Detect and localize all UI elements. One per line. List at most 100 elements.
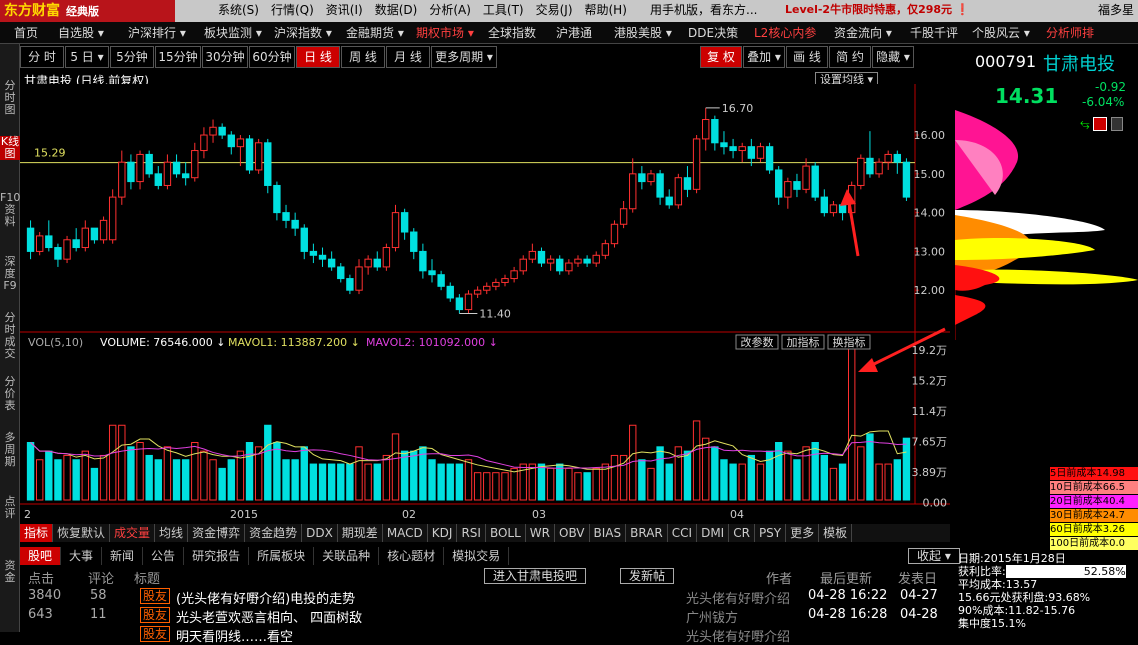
new-post-button[interactable]: 发新帖 <box>620 568 675 584</box>
sidebar-item-8[interactable]: 资金 <box>0 560 20 584</box>
forum-row[interactable]: 643 11 股友 光头老萱欢恶言相向、 四面树敌 广州钹方 04-28 16:28 04-… <box>28 607 948 626</box>
nav-item-10[interactable]: DDE决策 <box>674 22 740 43</box>
row-author[interactable]: 光头佬有好嘢介绍 <box>686 588 790 607</box>
nav-item-7[interactable]: 全球指数 <box>474 22 542 43</box>
tool-1[interactable]: 叠加 ▾ <box>743 46 785 68</box>
period-0[interactable]: 分 时 <box>20 46 64 68</box>
row-title[interactable]: 明天看阴线……看空 <box>176 626 293 645</box>
nav-item-12[interactable]: 资金流向 ▾ <box>820 22 896 43</box>
kline-chart[interactable]: 16.00 15.00 14.00 13.00 12.00 15.29 16.70 11.40… <box>20 84 950 524</box>
nav-item-1[interactable]: 自选股 ▾ <box>44 22 114 43</box>
indicator-tab-7[interactable]: 期现差 <box>338 524 383 542</box>
bottom-tab-5[interactable]: 所属板块 <box>249 547 315 565</box>
period-5[interactable]: 60分钟 <box>249 46 295 68</box>
period-4[interactable]: 30分钟 <box>202 46 248 68</box>
indicator-tab-5[interactable]: 资金趋势 <box>245 524 303 542</box>
nav-item-8[interactable]: 沪港通 <box>542 22 600 43</box>
forum-row[interactable]: 股友 明天看阴线……看空 光头佬有好嘢介绍 <box>28 626 948 645</box>
nav-item-9[interactable]: 港股美股 ▾ <box>600 22 674 43</box>
indicator-tab-2[interactable]: 成交量 <box>110 524 156 542</box>
user-name[interactable]: 福多星 <box>1098 0 1134 20</box>
indicator-tab-17[interactable]: DMI <box>697 524 730 542</box>
tool-4[interactable]: 隐藏 ▾ <box>872 46 914 68</box>
indicator-tab-19[interactable]: PSY <box>755 524 787 542</box>
menu-6[interactable]: 交易(J) <box>536 0 573 22</box>
forum-row[interactable]: 3840 58 股友 (光头佬有好嘢介绍)电投的走势 光头佬有好嘢介绍 04-28 16:… <box>28 588 948 607</box>
promo-level2[interactable]: Level-2牛市限时特惠，仅298元 ❗ <box>785 0 970 20</box>
row-title[interactable]: 光头老萱欢恶言相向、 四面树敌 <box>176 607 362 626</box>
period-2[interactable]: 5分钟 <box>110 46 154 68</box>
indicator-tab-9[interactable]: KDJ <box>428 524 458 542</box>
nav-item-2[interactable]: 沪深排行 ▾ <box>114 22 190 43</box>
nav-item-3[interactable]: 板块监测 ▾ <box>190 22 262 43</box>
indicator-tab-21[interactable]: 模板 <box>819 524 853 542</box>
indicator-tab-20[interactable]: 更多 <box>786 524 820 542</box>
menu-3[interactable]: 数据(D) <box>375 0 418 22</box>
sidebar-item-4[interactable]: 分时成交 <box>0 312 20 360</box>
row-author[interactable]: 光头佬有好嘢介绍 <box>686 626 790 645</box>
period-8[interactable]: 月 线 <box>386 46 430 68</box>
enter-forum-button[interactable]: 进入甘肃电投吧 <box>484 568 587 584</box>
indicator-tab-0[interactable]: 指标 <box>20 524 54 542</box>
sidebar-item-6[interactable]: 多周期 <box>0 432 20 468</box>
vol-button-1[interactable]: 加指标 <box>787 335 820 349</box>
sidebar-item-7[interactable]: 点评 <box>0 496 20 520</box>
sidebar-item-3[interactable]: 深度F9 <box>0 256 20 292</box>
nav-item-4[interactable]: 沪深指数 ▾ <box>260 22 332 43</box>
menu-1[interactable]: 行情(Q) <box>271 0 314 22</box>
indicator-tab-11[interactable]: BOLL <box>486 524 526 542</box>
promo-mobile[interactable]: 用手机版，看东方... <box>650 0 757 20</box>
sidebar-item-5[interactable]: 分价表 <box>0 376 20 412</box>
menu-4[interactable]: 分析(A) <box>429 0 471 22</box>
indicator-tab-14[interactable]: BIAS <box>590 524 627 542</box>
indicator-tab-1[interactable]: 恢复默认 <box>53 524 111 542</box>
menu-5[interactable]: 工具(T) <box>483 0 524 22</box>
collapse-button[interactable]: 收起 ▾ <box>908 548 960 564</box>
indicator-tab-13[interactable]: OBV <box>555 524 590 542</box>
indicator-tab-8[interactable]: MACD <box>383 524 428 542</box>
cost-bar-4: 60日前成本3.26 <box>1050 523 1138 536</box>
indicator-tab-3[interactable]: 均线 <box>155 524 189 542</box>
row-author[interactable]: 广州钹方 <box>686 607 738 626</box>
period-3[interactable]: 15分钟 <box>155 46 201 68</box>
sidebar-item-1[interactable]: K线图 <box>0 136 20 160</box>
bottom-tab-4[interactable]: 研究报告 <box>184 547 250 565</box>
vol-button-2[interactable]: 换指标 <box>833 335 866 349</box>
period-6[interactable]: 日 线 <box>296 46 340 68</box>
indicator-tab-12[interactable]: WR <box>526 524 555 542</box>
sidebar-item-2[interactable]: F10资料 <box>0 192 20 228</box>
period-7[interactable]: 周 线 <box>341 46 385 68</box>
bottom-tab-0[interactable]: 股吧 <box>20 547 62 565</box>
sidebar-item-0[interactable]: 分时图 <box>0 80 20 116</box>
nav-item-14[interactable]: 个股风云 ▾ <box>958 22 1032 43</box>
menu-2[interactable]: 资讯(I) <box>326 0 363 22</box>
indicator-tab-10[interactable]: RSI <box>457 524 486 542</box>
period-1[interactable]: 5 日 ▾ <box>65 46 109 68</box>
vol-button-0[interactable]: 改参数 <box>741 335 774 349</box>
indicator-tab-16[interactable]: CCI <box>668 524 698 542</box>
row-title[interactable]: (光头佬有好嘢介绍)电投的走势 <box>176 588 355 607</box>
indicator-tab-4[interactable]: 资金博弈 <box>188 524 246 542</box>
bottom-tab-2[interactable]: 新闻 <box>102 547 144 565</box>
bottom-tab-1[interactable]: 大事 <box>61 547 103 565</box>
tool-0[interactable]: 复 权 <box>700 46 742 68</box>
indicator-tab-6[interactable]: DDX <box>302 524 338 542</box>
bottom-tab-6[interactable]: 关联品种 <box>314 547 380 565</box>
menu-0[interactable]: 系统(S) <box>218 0 259 22</box>
period-9[interactable]: 更多周期 ▾ <box>431 46 497 68</box>
nav-item-6[interactable]: 期权市场 ▾ <box>402 22 474 43</box>
tool-2[interactable]: 画 线 <box>786 46 828 68</box>
nav-item-15[interactable]: 分析师排 <box>1032 22 1094 43</box>
nav-item-11[interactable]: L2核心内参 <box>740 22 820 43</box>
tool-3[interactable]: 简 约 <box>829 46 871 68</box>
menu-7[interactable]: 帮助(H) <box>585 0 627 22</box>
indicator-tab-15[interactable]: BRAR <box>626 524 668 542</box>
indicator-tab-18[interactable]: CR <box>729 524 755 542</box>
bottom-tab-8[interactable]: 模拟交易 <box>444 547 510 565</box>
stock-code: 000791 <box>975 52 1037 71</box>
bottom-tab-3[interactable]: 公告 <box>143 547 185 565</box>
nav-item-0[interactable]: 首页 <box>0 22 44 43</box>
nav-item-13[interactable]: 千股千评 <box>896 22 958 43</box>
bottom-tab-7[interactable]: 核心题材 <box>379 547 445 565</box>
nav-item-5[interactable]: 金融期货 ▾ <box>332 22 404 43</box>
